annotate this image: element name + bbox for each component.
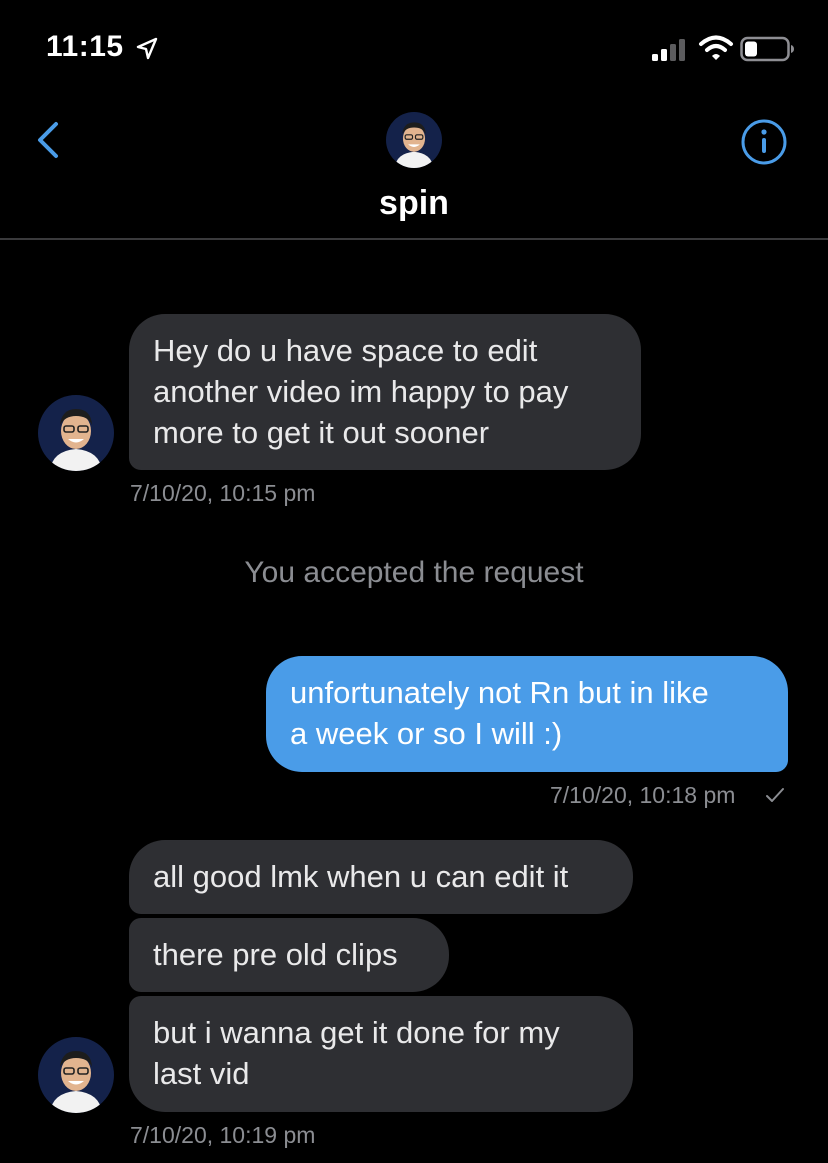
status-bar: 11:15 <box>0 0 828 90</box>
contact-name[interactable]: spin <box>0 184 828 223</box>
conversation-header: spin <box>0 90 828 240</box>
signal-icon <box>652 39 685 61</box>
message-timestamp: 7/10/20, 10:19 pm <box>130 1122 316 1148</box>
message-timestamp: 7/10/20, 10:18 pm <box>550 782 736 808</box>
person-icon <box>386 112 442 168</box>
message-text: unfortunately not Rn but in like a week … <box>290 675 709 751</box>
person-icon <box>38 1037 114 1113</box>
battery-icon <box>740 36 794 62</box>
contact-avatar[interactable] <box>386 112 442 168</box>
person-icon <box>38 395 114 471</box>
incoming-message-bubble[interactable]: but i wanna get it done for my last vid <box>129 996 633 1112</box>
dm-conversation-screen: 11:15 spin Hey do u have space to edit a… <box>0 0 828 1163</box>
message-text: Hey do u have space to edit another vide… <box>153 333 569 450</box>
back-chevron-icon[interactable] <box>28 116 68 164</box>
contact-avatar[interactable] <box>38 1037 114 1113</box>
message-timestamp: 7/10/20, 10:15 pm <box>130 480 316 506</box>
location-arrow-icon <box>136 37 158 60</box>
message-text: there pre old clips <box>153 937 398 972</box>
incoming-message-bubble[interactable]: Hey do u have space to edit another vide… <box>129 314 641 470</box>
contact-avatar[interactable] <box>38 395 114 471</box>
status-time: 11:15 <box>46 30 124 63</box>
system-message: You accepted the request <box>244 556 584 589</box>
wifi-icon <box>699 35 733 60</box>
sent-check-icon <box>766 788 784 802</box>
message-text: but i wanna get it done for my last vid <box>153 1015 560 1091</box>
outgoing-message-bubble[interactable]: unfortunately not Rn but in like a week … <box>266 656 788 772</box>
incoming-message-bubble[interactable]: all good lmk when u can edit it <box>129 840 633 914</box>
message-text: all good lmk when u can edit it <box>153 859 569 894</box>
incoming-message-bubble[interactable]: there pre old clips <box>129 918 449 992</box>
info-icon[interactable] <box>738 116 790 168</box>
